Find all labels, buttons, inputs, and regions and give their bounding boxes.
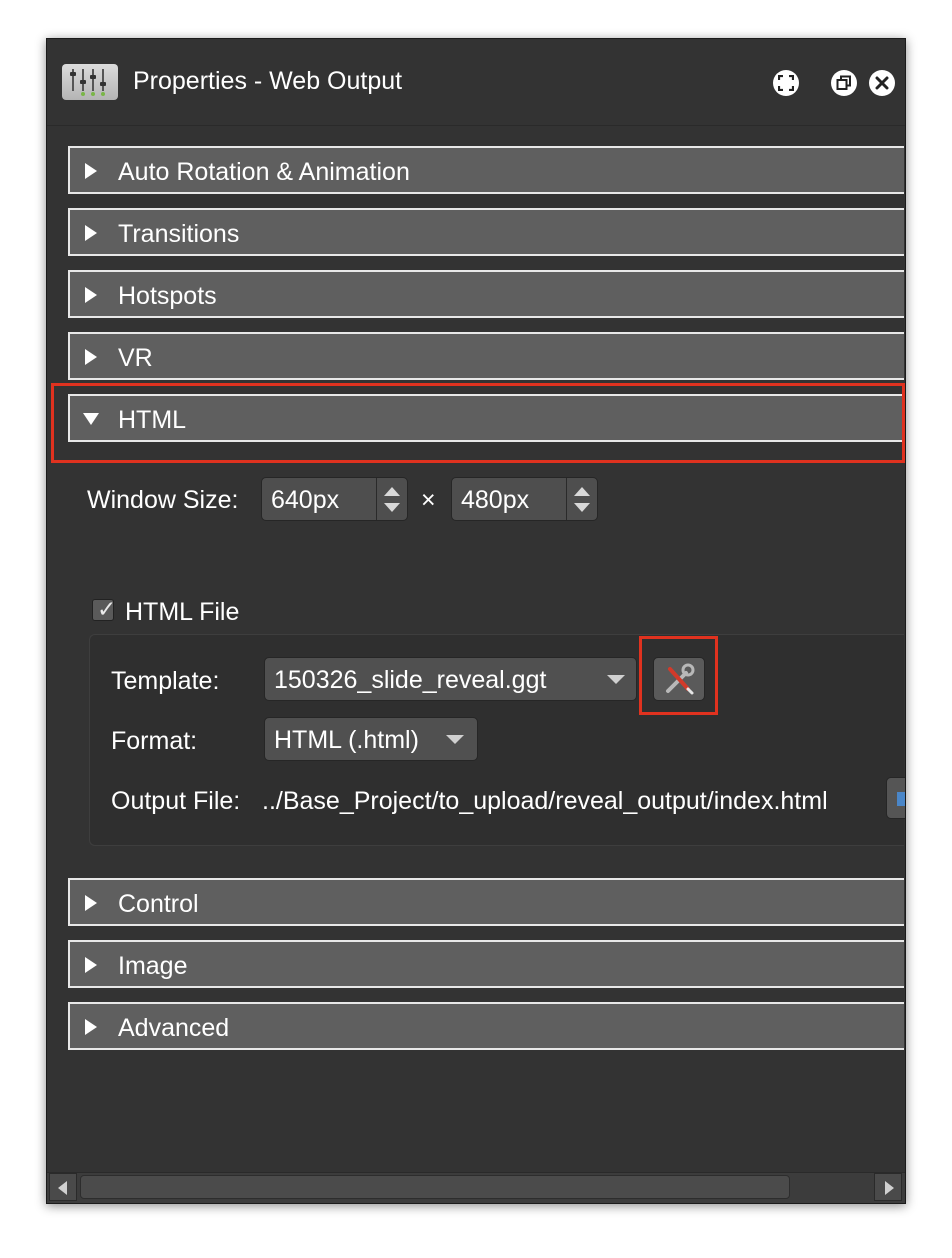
template-value: 150326_slide_reveal.ggt [274, 666, 547, 694]
section-label: Image [118, 952, 188, 980]
expand-arrow-icon [85, 163, 97, 179]
html-file-checkbox[interactable]: ✓ [92, 596, 117, 622]
scroll-left-button[interactable] [49, 1173, 77, 1201]
fullscreen-icon [778, 75, 794, 91]
template-tool-highlight [639, 636, 718, 715]
scrollbar-thumb[interactable] [80, 1175, 790, 1199]
section-advanced[interactable]: Advanced [68, 1002, 904, 1050]
expand-arrow-icon [85, 287, 97, 303]
section-label: Control [118, 890, 199, 918]
expand-arrow-icon [85, 957, 97, 973]
sliders-icon [62, 64, 118, 100]
template-label: Template: [111, 667, 220, 695]
format-value: HTML (.html) [274, 726, 419, 754]
stepper-up-icon[interactable] [574, 487, 590, 496]
stepper-down-icon[interactable] [574, 503, 590, 512]
restore-button[interactable] [831, 70, 857, 96]
template-dropdown[interactable]: 150326_slide_reveal.ggt [264, 657, 637, 701]
chevron-down-icon [446, 735, 464, 744]
output-file-path: ../Base_Project/to_upload/reveal_output/… [262, 787, 828, 815]
section-label: VR [118, 344, 153, 372]
expand-arrow-icon [85, 1019, 97, 1035]
arrow-right-icon [885, 1181, 894, 1195]
close-icon [875, 76, 889, 90]
section-label: Transitions [118, 220, 240, 248]
section-hotspots[interactable]: Hotspots [68, 270, 904, 318]
window-height-spinbox[interactable]: 480px [451, 477, 598, 521]
expand-arrow-icon [85, 349, 97, 365]
chevron-down-icon [607, 675, 625, 684]
scroll-right-button[interactable] [874, 1173, 902, 1201]
html-file-label[interactable]: HTML File [125, 598, 239, 627]
expand-arrow-icon [85, 225, 97, 241]
stepper-up-icon[interactable] [384, 487, 400, 496]
section-control[interactable]: Control [68, 878, 904, 926]
properties-window: Properties - Web Output Auto Rotation & … [46, 38, 906, 1204]
checkmark-icon: ✓ [97, 596, 117, 622]
html-section-highlight [51, 383, 905, 463]
expand-arrow-icon [85, 895, 97, 911]
folder-icon [897, 792, 905, 806]
window-title: Properties - Web Output [133, 67, 403, 95]
output-file-browse-button[interactable] [886, 777, 905, 819]
format-label: Format: [111, 727, 198, 755]
section-auto-rotation-animation[interactable]: Auto Rotation & Animation [68, 146, 904, 194]
format-dropdown[interactable]: HTML (.html) [264, 717, 478, 761]
fullscreen-button[interactable] [773, 70, 799, 96]
section-label: Advanced [118, 1014, 230, 1042]
output-file-label: Output File: [111, 787, 241, 815]
times-symbol: × [421, 486, 436, 514]
section-label: Auto Rotation & Animation [118, 158, 410, 186]
window-width-spinbox[interactable]: 640px [261, 477, 408, 521]
window-width-value: 640px [271, 486, 340, 514]
height-stepper-arrows[interactable] [566, 478, 597, 520]
window-size-label: Window Size: [87, 486, 239, 514]
section-label: Hotspots [118, 282, 217, 310]
properties-content: Auto Rotation & Animation Transitions Ho… [47, 126, 905, 1172]
arrow-left-icon [58, 1181, 67, 1195]
restore-icon [836, 75, 851, 90]
stepper-down-icon[interactable] [384, 503, 400, 512]
horizontal-scrollbar[interactable] [47, 1172, 905, 1203]
title-bar[interactable]: Properties - Web Output [47, 39, 905, 126]
close-button[interactable] [869, 70, 895, 96]
section-transitions[interactable]: Transitions [68, 208, 904, 256]
section-vr[interactable]: VR [68, 332, 904, 380]
section-image[interactable]: Image [68, 940, 904, 988]
window-height-value: 480px [461, 486, 530, 514]
width-stepper-arrows[interactable] [376, 478, 407, 520]
